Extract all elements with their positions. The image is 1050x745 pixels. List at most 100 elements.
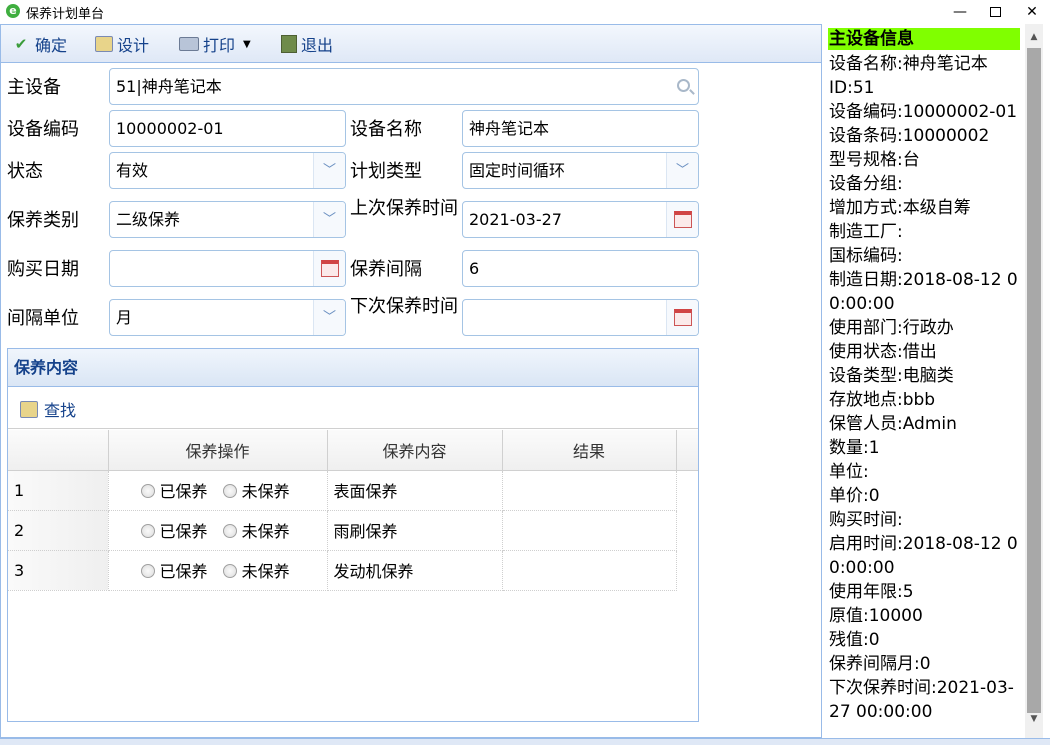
find-button[interactable]: 查找: [20, 397, 76, 421]
calendar-icon: [673, 309, 692, 326]
buy-date-datefield[interactable]: [109, 250, 346, 287]
exit-button[interactable]: 退出: [281, 33, 333, 55]
maint-operation-cell: 已保养 未保养: [108, 510, 328, 551]
ok-button[interactable]: ✔ 确定: [11, 33, 67, 55]
device-info-line: 单位:: [829, 462, 869, 482]
device-info-list: 设备名称:神舟笔记本 ID:51 设备编码:10000002-01 设备条码:1000…: [829, 52, 1021, 724]
close-button[interactable]: ✕: [1012, 0, 1050, 24]
result-cell[interactable]: [502, 510, 677, 551]
radio-done[interactable]: [140, 484, 155, 498]
chevron-down-icon[interactable]: ﹀: [313, 202, 345, 237]
last-time-label: 上次保养时间: [350, 198, 458, 219]
side-scrollbar[interactable]: ▲ ▼: [1025, 24, 1043, 738]
device-info-line: 设备分组:: [829, 174, 903, 194]
scrollbar-thumb[interactable]: [1027, 48, 1041, 713]
plan-type-select[interactable]: 固定时间循环 ﹀: [462, 152, 699, 189]
design-button[interactable]: 设计: [95, 33, 149, 55]
device-info-line: 使用年限:5: [829, 582, 914, 602]
main-form-panel: ✔ 确定 设计 打印 ▼ 退出 主设备 51|神舟笔记本 设备编码 100000…: [0, 24, 822, 738]
interval-unit-select[interactable]: 月 ﹀: [109, 299, 346, 336]
next-time-label: 下次保养时间: [350, 296, 458, 317]
device-info-line: 下次保养时间:2021-03-27 00:00:00: [829, 678, 1014, 722]
next-time-datefield[interactable]: [462, 299, 699, 336]
maint-content-cell: 发动机保养: [327, 550, 503, 591]
rownum-header: [8, 430, 109, 471]
device-info-line: 增加方式:本级自筹: [829, 198, 971, 218]
plan-type-value: 固定时间循环: [469, 161, 566, 180]
radio-done[interactable]: [140, 524, 155, 538]
device-info-sidebar: 主设备信息 设备名称:神舟笔记本 ID:51 设备编码:10000002-01 设备条…: [826, 24, 1050, 738]
maint-grid: 保养操作 保养内容 结果 1 已保养 未保养 表面保养 2 已保养 未保养 雨刷…: [8, 430, 698, 591]
buy-date-label: 购买日期: [7, 259, 79, 280]
scroll-down-icon[interactable]: ▼: [1025, 710, 1043, 728]
row-gap: [676, 510, 698, 550]
calendar-icon: [673, 211, 692, 228]
chevron-down-icon[interactable]: ▼: [243, 39, 251, 50]
interval-input[interactable]: 6: [462, 250, 699, 287]
title-bar: e 保养计划单台 — ✕: [0, 0, 1050, 24]
search-icon[interactable]: [677, 79, 690, 92]
radio-done-label: 已保养: [159, 482, 208, 501]
maint-operation-cell: 已保养 未保养: [108, 550, 328, 591]
maint-content-cell: 雨刷保养: [327, 510, 503, 551]
radio-not-done-label: 未保养: [241, 562, 290, 581]
main-device-input[interactable]: 51|神舟笔记本: [109, 68, 699, 105]
device-name-label: 设备名称: [350, 119, 422, 140]
device-info-line: 制造日期:2018-08-12 00:00:00: [829, 270, 1018, 314]
calendar-trigger[interactable]: [666, 300, 698, 335]
maint-type-label: 保养类别: [7, 210, 79, 231]
chevron-down-icon[interactable]: ﹀: [313, 153, 345, 188]
design-label: 设计: [117, 36, 150, 55]
radio-done[interactable]: [140, 564, 155, 578]
device-code-value: 10000002-01: [116, 119, 224, 138]
ok-label: 确定: [35, 36, 68, 55]
device-info-line: 使用状态:借出: [829, 342, 937, 362]
last-time-datefield[interactable]: 2021-03-27: [462, 201, 699, 238]
device-info-line: 存放地点:bbb: [829, 390, 936, 410]
table-row[interactable]: 1 已保养 未保养 表面保养: [8, 470, 698, 511]
scroll-up-icon[interactable]: ▲: [1025, 28, 1043, 46]
calendar-trigger[interactable]: [666, 202, 698, 237]
print-button[interactable]: 打印 ▼: [179, 33, 251, 55]
column-header[interactable]: 结果: [502, 430, 677, 471]
maint-type-select[interactable]: 二级保养 ﹀: [109, 201, 346, 238]
device-name-input[interactable]: 神舟笔记本: [462, 110, 699, 147]
radio-done-label: 已保养: [159, 562, 208, 581]
device-info-line: 启用时间:2018-08-12 00:00:00: [829, 534, 1018, 578]
radio-not-done[interactable]: [222, 564, 237, 578]
panel-toolbar: 查找: [8, 387, 698, 429]
column-header[interactable]: 保养内容: [327, 430, 503, 471]
minimize-button[interactable]: —: [940, 0, 980, 24]
maint-content-panel: 保养内容 查找 保养操作 保养内容 结果 1 已保养 未保养 表面保养 2 已保…: [7, 348, 699, 722]
chevron-down-icon[interactable]: ﹀: [313, 300, 345, 335]
device-name-value: 神舟笔记本: [469, 119, 550, 138]
device-info-line: 单价:0: [829, 486, 880, 506]
device-code-input[interactable]: 10000002-01: [109, 110, 346, 147]
column-header[interactable]: 保养操作: [108, 430, 328, 471]
device-info-line: 设备类型:电脑类: [829, 366, 954, 386]
device-info-line: 使用部门:行政办: [829, 318, 954, 338]
maint-content-cell: 表面保养: [327, 470, 503, 511]
calendar-trigger[interactable]: [313, 251, 345, 286]
row-number: 2: [8, 510, 109, 551]
table-row[interactable]: 2 已保养 未保养 雨刷保养: [8, 510, 698, 551]
status-select[interactable]: 有效 ﹀: [109, 152, 346, 189]
interval-unit-value: 月: [116, 308, 133, 327]
device-info-line: 制造工厂:: [829, 222, 903, 242]
device-info-line: 设备编码:10000002-01: [829, 102, 1018, 122]
radio-not-done[interactable]: [222, 524, 237, 538]
chevron-down-icon[interactable]: ﹀: [666, 153, 698, 188]
scroll-gap-header: [676, 430, 698, 471]
table-row[interactable]: 3 已保养 未保养 发动机保养: [8, 550, 698, 591]
plan-type-label: 计划类型: [350, 161, 422, 182]
device-info-line: 原值:10000: [829, 606, 923, 626]
result-cell[interactable]: [502, 470, 677, 511]
radio-not-done[interactable]: [222, 484, 237, 498]
radio-not-done-label: 未保养: [241, 522, 290, 541]
status-strip: [0, 738, 1050, 745]
side-title: 主设备信息: [828, 28, 1020, 50]
device-info-line: 设备条码:10000002: [829, 126, 990, 146]
maximize-button[interactable]: [975, 0, 1015, 24]
result-cell[interactable]: [502, 550, 677, 591]
status-label: 状态: [7, 161, 43, 182]
